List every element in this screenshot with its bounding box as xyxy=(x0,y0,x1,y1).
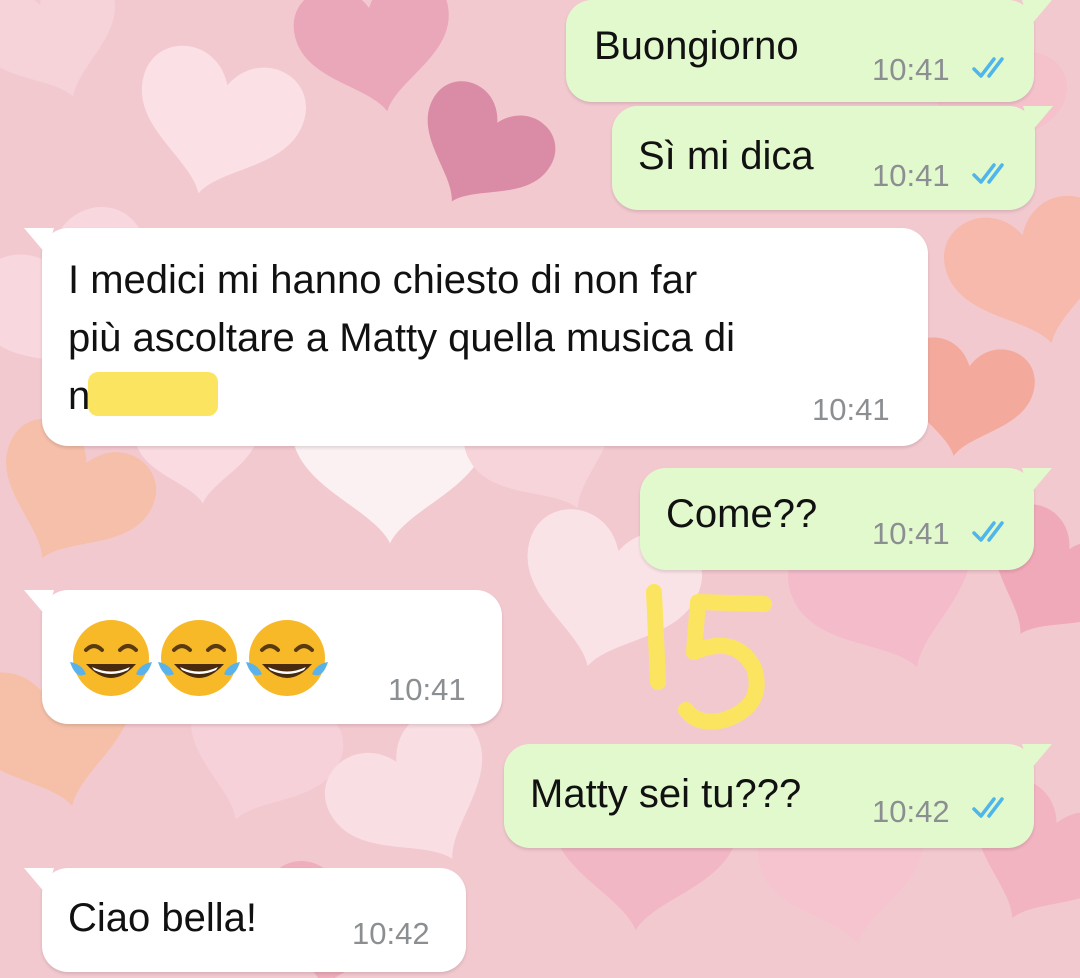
message-text: Ciao bella! xyxy=(68,896,258,940)
face-with-tears-of-joy-icon xyxy=(70,620,152,696)
message-time: 10:42 xyxy=(352,916,430,951)
face-with-tears-of-joy-icon xyxy=(246,620,328,696)
message-time: 10:41 xyxy=(872,158,950,193)
bubble-tail xyxy=(24,590,54,616)
message-bubble-outgoing[interactable]: Buongiorno 10:41 xyxy=(566,0,1052,102)
message-text: Buongiorno xyxy=(594,24,799,68)
message-time: 10:41 xyxy=(872,516,950,551)
message-bubble-outgoing[interactable]: Matty sei tu??? 10:42 xyxy=(504,744,1052,848)
message-text-line: I medici mi hanno chiesto di non far xyxy=(68,258,698,302)
bubble-tail xyxy=(1022,0,1052,26)
face-with-tears-of-joy-icon xyxy=(158,620,240,696)
message-time: 10:41 xyxy=(872,52,950,87)
message-time: 10:41 xyxy=(388,672,466,707)
message-text: Come?? xyxy=(666,492,818,536)
bubble-tail xyxy=(1023,106,1053,132)
bubble-tail xyxy=(1022,468,1052,494)
bubble-tail xyxy=(1022,744,1052,770)
double-check-icon xyxy=(972,163,1004,184)
handwritten-15-annotation xyxy=(646,584,772,730)
double-check-icon xyxy=(972,521,1004,542)
message-bubble-outgoing[interactable]: Sì mi dica 10:41 xyxy=(612,106,1053,210)
message-bubble-incoming[interactable]: I medici mi hanno chiesto di non far più… xyxy=(24,228,928,446)
message-time: 10:42 xyxy=(872,794,950,829)
message-text: Sì mi dica xyxy=(638,134,814,178)
double-check-icon xyxy=(972,797,1004,818)
bubble-tail xyxy=(24,228,54,254)
message-time: 10:41 xyxy=(812,392,890,427)
message-bubble-incoming[interactable]: 10:41 xyxy=(24,590,502,724)
redaction-highlight xyxy=(88,372,218,416)
message-text-line: n xyxy=(68,374,91,418)
message-bubble-outgoing[interactable]: Come?? 10:41 xyxy=(640,468,1052,570)
message-text-line: più ascoltare a Matty quella musica di xyxy=(68,316,735,360)
message-bubble-incoming[interactable]: Ciao bella! 10:42 xyxy=(24,868,466,972)
double-check-icon xyxy=(972,57,1004,78)
message-text: Matty sei tu??? xyxy=(530,772,802,816)
bubble-tail xyxy=(24,868,54,894)
